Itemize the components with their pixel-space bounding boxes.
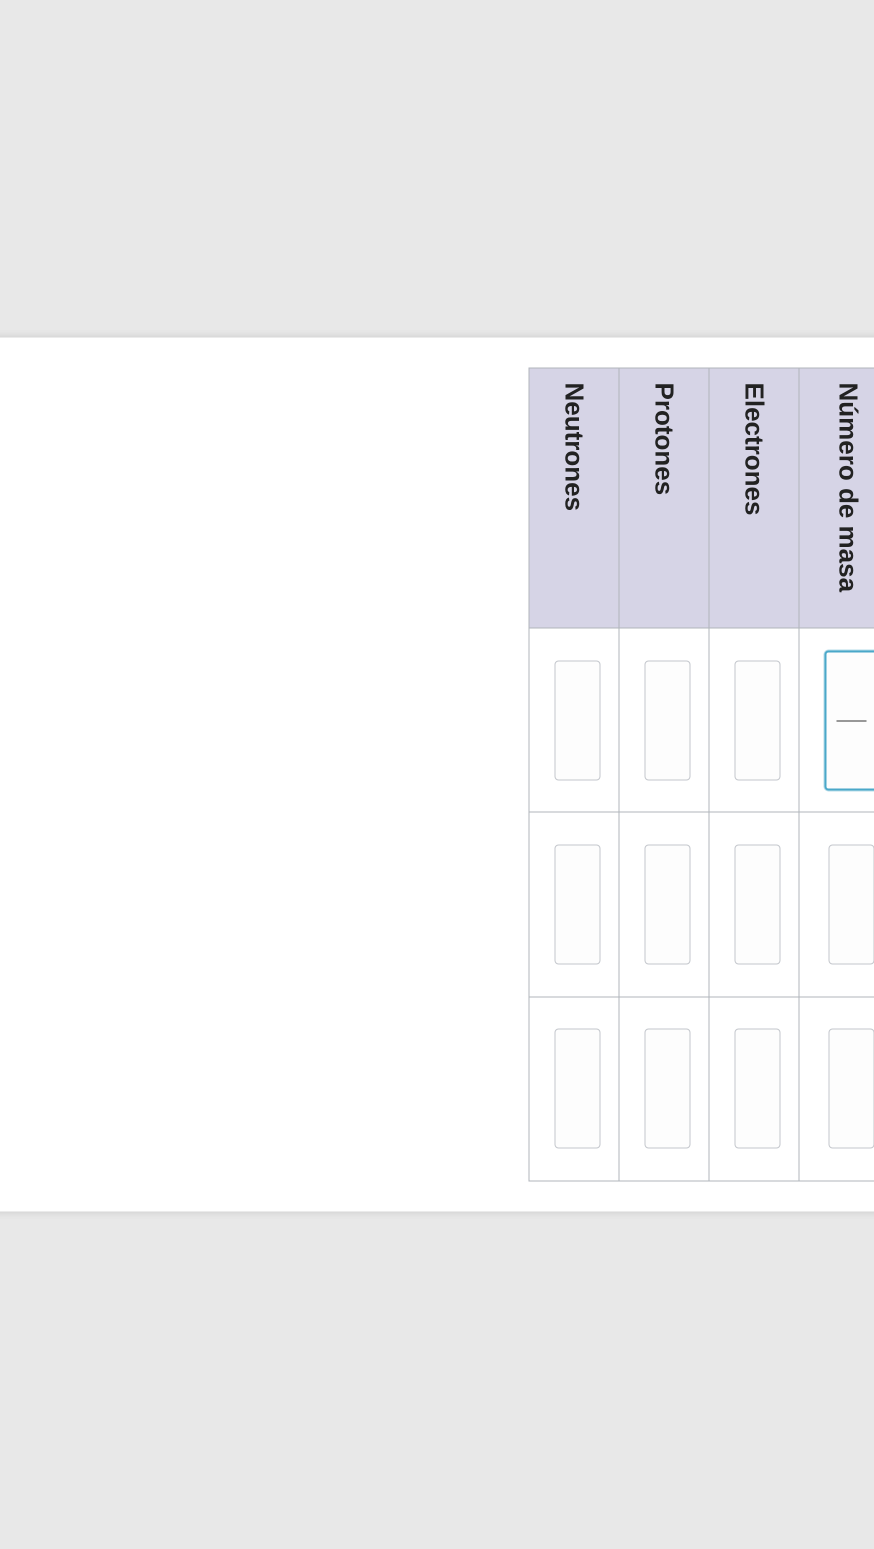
row-electrones: Electrones: [709, 368, 799, 1181]
cell-protones-cloro: [619, 997, 709, 1181]
input-electrones-cloro[interactable]: [735, 1029, 781, 1149]
cell-neutrones-lantano: [529, 812, 619, 996]
input-neutrones-lantano[interactable]: [555, 844, 601, 964]
cell-nummasa-cloro: [799, 997, 874, 1181]
input-electrones-lantano[interactable]: [735, 844, 781, 964]
input-electrones-oxigeno[interactable]: [735, 660, 781, 780]
cell-neutrones-oxigeno: [529, 628, 619, 812]
label-neutrones: Neutrones: [529, 368, 619, 628]
row-protones: Protones: [619, 368, 709, 1181]
input-protones-lantano[interactable]: [645, 844, 691, 964]
row-numero-de-masa: Número de masa: [799, 368, 874, 1181]
input-protones-oxigeno[interactable]: [645, 660, 691, 780]
cell-nummasa-lantano: [799, 812, 874, 996]
cell-electrones-cloro: [709, 997, 799, 1181]
input-neutrones-oxigeno[interactable]: [555, 660, 601, 780]
cell-neutrones-cloro: [529, 997, 619, 1181]
label-electrones: Electrones: [709, 368, 799, 628]
label-numero-de-masa: Número de masa: [799, 368, 874, 628]
cell-protones-oxigeno: [619, 628, 709, 812]
worksheet-page: Llena correctamente la siguiente tabla: …: [0, 338, 874, 1212]
cell-electrones-oxigeno: [709, 628, 799, 812]
cell-nummasa-oxigeno: [799, 628, 874, 812]
input-nummasa-cloro[interactable]: [829, 1029, 874, 1149]
input-protones-cloro[interactable]: [645, 1029, 691, 1149]
input-nummasa-lantano[interactable]: [829, 844, 874, 964]
input-neutrones-cloro[interactable]: [555, 1029, 601, 1149]
elements-table: Elemento Oxígeno Lantano Cloro Masa atóm…: [529, 368, 874, 1182]
cell-protones-lantano: [619, 812, 709, 996]
row-neutrones: Neutrones: [529, 368, 619, 1181]
cell-electrones-lantano: [709, 812, 799, 996]
input-nummasa-oxigeno[interactable]: [825, 650, 874, 790]
label-protones: Protones: [619, 368, 709, 628]
